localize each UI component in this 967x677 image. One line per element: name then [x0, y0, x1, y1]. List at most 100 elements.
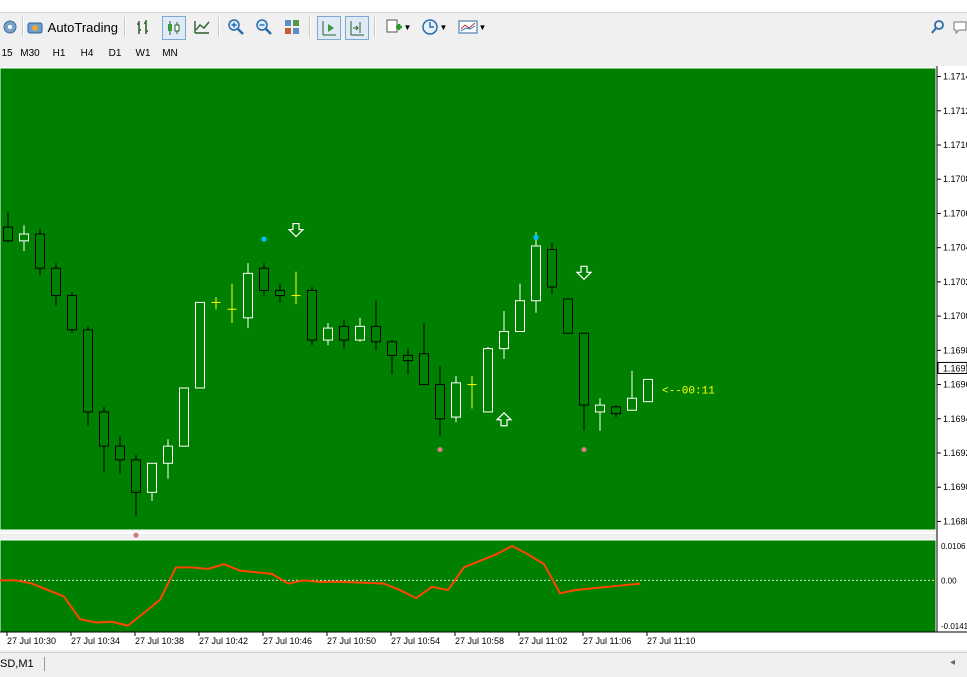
candle-body — [355, 325, 365, 341]
indicators-dropdown[interactable]: ▼ — [383, 16, 413, 38]
candlestick-chart-icon[interactable] — [162, 16, 186, 40]
time-axis-label: 27 Jul 10:34 — [71, 636, 120, 646]
add-indicator-icon — [386, 19, 402, 33]
signals-icon[interactable] — [0, 16, 20, 38]
candle-body — [147, 462, 157, 493]
candle-body — [3, 226, 13, 242]
templates-dropdown[interactable]: ▼ — [456, 16, 488, 38]
toolbar-separator — [22, 17, 24, 37]
toolbar-separator — [218, 17, 220, 37]
candle-body — [579, 332, 589, 406]
candle-body — [435, 384, 445, 420]
candle-body — [563, 298, 573, 334]
chart-tabs-bar: SD,M1 ◂ — [0, 652, 967, 677]
time-axis-label: 27 Jul 11:10 — [647, 636, 695, 646]
candle-body — [275, 289, 285, 297]
time-axis-label: 27 Jul 11:06 — [583, 636, 631, 646]
clock-icon — [421, 19, 438, 35]
autotrading-icon — [27, 22, 43, 34]
chart-tab-label[interactable]: SD,M1 — [0, 658, 34, 670]
timeframe-m30[interactable]: M30 — [18, 45, 42, 61]
candle-body — [179, 387, 189, 447]
candle-body — [403, 354, 413, 362]
candle-body — [195, 301, 205, 389]
scroll-left-icon[interactable]: ◂ — [950, 657, 955, 668]
price-axis-label: 1.1706 — [943, 208, 967, 218]
zoom-in-icon[interactable] — [225, 16, 247, 38]
time-axis-label: 27 Jul 10:30 — [7, 636, 56, 646]
current-price-label: 1.1697 — [943, 363, 967, 373]
candle-body — [499, 331, 509, 350]
price-axis-label: 1.1710 — [943, 140, 967, 150]
indicator-axis-label: 0.00 — [941, 576, 957, 585]
time-axis-label: 27 Jul 10:58 — [455, 636, 504, 646]
line-chart-icon[interactable] — [191, 16, 213, 38]
bar-chart-icon[interactable] — [133, 16, 155, 38]
chart-window[interactable]: 1.1714 1.1712 1.1710 1.1708 1.1706 1.1704 1.17… — [0, 66, 967, 650]
candle-body — [371, 325, 381, 343]
template-icon — [458, 20, 478, 34]
toolbar-separator — [124, 17, 126, 37]
autotrading-label: AutoTrading — [47, 19, 118, 35]
time-axis-label: 27 Jul 10:50 — [327, 636, 376, 646]
time-axis-label: 27 Jul 10:42 — [199, 636, 248, 646]
candle-body — [115, 445, 125, 461]
time-axis-label: 27 Jul 10:54 — [391, 636, 440, 646]
price-axis-label: 1.1694 — [943, 414, 967, 424]
candle-body — [643, 378, 653, 403]
indicator-axis-label: -0.0141 — [941, 622, 967, 631]
candle-body — [163, 445, 173, 464]
price-axis-label: 1.1688 — [943, 516, 967, 526]
signal-dot — [581, 446, 587, 453]
chat-icon[interactable] — [952, 16, 967, 38]
signal-dot — [133, 532, 139, 538]
search-icon[interactable] — [928, 16, 948, 38]
candle-body — [611, 406, 621, 415]
candle-body — [595, 404, 605, 413]
timeframe-w1[interactable]: W1 — [131, 45, 155, 61]
candle-body — [387, 341, 397, 356]
price-axis-label: 1.1696 — [943, 380, 967, 390]
candle-body — [243, 272, 253, 319]
toolbar-separator — [374, 17, 376, 37]
time-axis-label: 27 Jul 10:38 — [135, 636, 184, 646]
autotrading-button[interactable]: AutoTrading — [26, 16, 118, 38]
candle-body — [451, 382, 461, 418]
timeframe-h1[interactable]: H1 — [47, 45, 71, 61]
chevron-down-icon: ▼ — [439, 22, 448, 32]
indicator-panel — [0, 539, 937, 633]
price-axis-label: 1.1698 — [943, 345, 967, 355]
candle-body — [531, 245, 541, 302]
price-axis-label: 1.1700 — [943, 311, 967, 321]
auto-scroll-icon[interactable] — [317, 16, 341, 40]
tile-windows-icon[interactable] — [281, 16, 303, 38]
candle-body — [515, 300, 525, 333]
chart-shift-icon[interactable] — [345, 16, 369, 40]
candle-body — [51, 267, 61, 297]
periods-dropdown[interactable]: ▼ — [419, 16, 449, 38]
candle-body — [627, 397, 637, 411]
indicator-axis-label: 0.0106 — [941, 542, 966, 551]
time-axis-label: 27 Jul 10:46 — [263, 636, 312, 646]
signal-dot — [261, 236, 267, 242]
tab-divider — [44, 657, 45, 671]
candle-body — [83, 329, 93, 413]
price-axis-label: 1.1714 — [943, 72, 967, 82]
price-axis-label: 1.1690 — [943, 482, 967, 492]
zoom-out-icon[interactable] — [253, 16, 275, 38]
candle-body — [483, 348, 493, 413]
timeframe-15[interactable]: 15 — [0, 45, 14, 61]
candle-body — [259, 267, 269, 291]
price-axis-label: 1.1704 — [943, 243, 967, 253]
panel-splitter — [0, 532, 936, 534]
chevron-down-icon: ▼ — [478, 22, 487, 32]
timeframe-d1[interactable]: D1 — [103, 45, 127, 61]
candle-body — [99, 411, 109, 447]
timeframe-mn[interactable]: MN — [158, 45, 182, 61]
price-axis-label: 1.1702 — [943, 277, 967, 287]
timeframe-h4[interactable]: H4 — [75, 45, 99, 61]
candle-body — [339, 325, 349, 341]
menu-bar-remnant — [0, 0, 967, 13]
chevron-down-icon: ▼ — [403, 22, 412, 32]
candle-body — [19, 233, 29, 242]
